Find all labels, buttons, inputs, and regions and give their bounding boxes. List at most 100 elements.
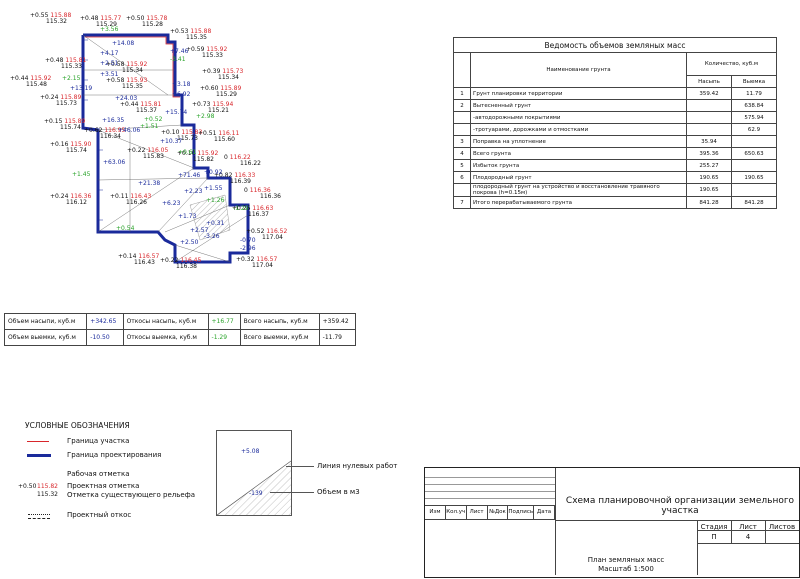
col-name-header: Наименование грунта [470, 52, 687, 88]
cell-n: 3 [453, 135, 471, 148]
cell-fill: 255.27 [686, 159, 732, 172]
volume-value: +1.73 [178, 213, 197, 220]
revision-col-3: №Док [488, 505, 509, 519]
revision-col-2: Лист [467, 505, 488, 519]
cell-name: Грунт планировки территории [470, 87, 687, 100]
table-row: -тротуарами, дорожками и отмостками 62.9 [453, 123, 777, 136]
earthwork-statement-table: Ведомость объемов земляных масс Наименов… [453, 37, 777, 209]
zero-line-leader [286, 466, 314, 467]
volume-value: +0.31 [206, 220, 225, 227]
table-row: 1 Грунт планировки территории 359.42 11.79 [453, 87, 777, 100]
cell-name: Всего грунта [470, 147, 687, 160]
volume-value: +21.38 [138, 180, 161, 187]
design-boundary-swatch [27, 454, 51, 457]
cell-cut: 190.65 [731, 171, 777, 184]
volume-value: +16.35 [102, 117, 125, 124]
volume-value: +7.46 [170, 48, 189, 55]
volume-value: +2.98 [196, 113, 215, 120]
col-cut-header: Выемка [731, 75, 777, 88]
cell-n [453, 183, 471, 197]
volume-value: -3.41 [170, 56, 186, 63]
legend-volume: Объем в м3 [317, 488, 360, 496]
cell-cut: 575.94 [731, 111, 777, 124]
revision-columns: Изм Кол.уч Лист №Док Подпись Дата [425, 505, 555, 519]
cell-n: 4 [453, 147, 471, 160]
vol-example-neg: -139 [249, 490, 263, 497]
volume-value: +6.23 [162, 200, 181, 207]
table-row: 5 Избыток грунта 255.27 [453, 159, 777, 172]
legend-existing-mark: Отметка существующего рельефа [67, 491, 195, 499]
volume-value: +6.92 [172, 91, 191, 98]
cell-cut [731, 183, 777, 197]
cell-n [453, 111, 471, 124]
table-row: -автодорожными покрытиями 575.94 [453, 111, 777, 124]
volume-value: +2.50 [180, 239, 199, 246]
volume-value: +24.03 [115, 95, 138, 102]
volume-leader [270, 492, 314, 493]
cell-n [453, 123, 471, 136]
cell-fill: 841.28 [686, 196, 732, 209]
volume-value: +15.74 [165, 109, 188, 116]
legend-example-work: +0.50 [18, 483, 37, 490]
legend-title: УСЛОВНЫЕ ОБОЗНАЧЕНИЯ [25, 421, 130, 430]
table-row: 2 Вытесненный грунт 638.84 [453, 99, 777, 112]
legend-design-boundary: Граница проектирования [67, 451, 162, 459]
drawing-scale: Масштаб 1:500 [598, 565, 654, 573]
volume-value: +1.51 [140, 123, 159, 130]
volume-value: +2.15 [62, 75, 81, 82]
volume-value: +3.18 [172, 81, 191, 88]
cell-name: Плодородный грунт [470, 171, 687, 184]
table-row: Объем выемки, куб.м -10.50 Откосы выемка… [3, 329, 357, 346]
volume-value: +3.56 [100, 26, 119, 33]
legend-slope: Проектный откос [67, 511, 132, 519]
table-row: плодородный грунт на устройство и восста… [453, 183, 777, 197]
table-row: 3 Поправка на уплотнение 35.94 [453, 135, 777, 148]
volume-value: +2.51 [100, 60, 119, 67]
cell-fill: 190.65 [686, 171, 732, 184]
cell-cut: 841.28 [731, 196, 777, 209]
cell-cut [731, 159, 777, 172]
cut-slope-value: -1.29 [207, 329, 241, 346]
slope-swatch [28, 514, 50, 519]
volume-value: +0.92 [204, 169, 223, 176]
volume-value: +2.23 [184, 188, 203, 195]
statement-title: Ведомость объемов земляных масс [453, 37, 777, 53]
volume-value: +13.19 [70, 85, 93, 92]
cell-name: Итого перерабатываемого грунта [470, 196, 687, 209]
drawing-name: План земляных масс [587, 556, 665, 564]
col-fill-header: Насыпь [686, 75, 732, 88]
cell-cut: 11.79 [731, 87, 777, 100]
table-row: 6 Плодородный грунт 190.65 190.65 [453, 171, 777, 184]
volume-value: +4.17 [100, 50, 119, 57]
cell-fill [686, 123, 732, 136]
cut-volume-value: -10.50 [86, 329, 124, 346]
cell-fill: 359.42 [686, 87, 732, 100]
legend-design-mark: Проектная отметка [67, 482, 140, 490]
legend-work-mark: Рабочая отметка [67, 470, 130, 478]
volume-value: +10.37 [160, 138, 183, 145]
revision-col-5: Дата [534, 505, 555, 519]
volume-value: -0.70 [240, 237, 256, 244]
fill-total-label: Всего насыпь, куб.м [239, 313, 320, 330]
cell-name: -автодорожными покрытиями [470, 111, 687, 124]
volume-value: +1.26 [206, 197, 225, 204]
legend-example-existing: 115.32 [37, 491, 58, 498]
volume-labels: +14.08 +3.56 +4.17 +2.51 +3.51 +7.46 -3.41 +13.… [0, 0, 440, 290]
fill-volume-value: +342.65 [86, 313, 124, 330]
fill-volume-label: Объем насыпи, куб.м [3, 313, 88, 330]
project-title: Схема планировочной организации земельно… [565, 496, 795, 516]
table-row: 4 Всего грунта 395.36 650.63 [453, 147, 777, 160]
volume-value: +1.45 [72, 171, 91, 178]
volume-value: +0.54 [116, 225, 135, 232]
fill-total-value: +359.42 [318, 313, 357, 330]
volume-value: -2.96 [240, 245, 256, 252]
cell-cut: 638.84 [731, 99, 777, 112]
volume-value: +0.61 [178, 149, 197, 156]
cell-cut: 650.63 [731, 147, 777, 160]
vol-example-pos: +5.08 [241, 448, 260, 455]
volume-value: +63.06 [103, 159, 126, 166]
legend-zero-line: Линия нулевых работ [317, 462, 398, 470]
col-qty-header: Количество, куб.м [686, 52, 777, 76]
cell-name: Поправка на уплотнение [470, 135, 687, 148]
volume-value: -3.26 [204, 233, 220, 240]
